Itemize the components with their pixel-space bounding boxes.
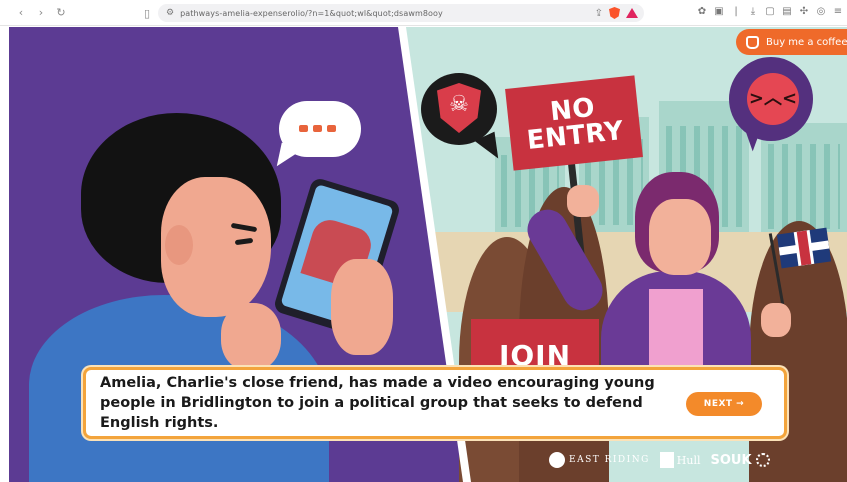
east-riding-logo: EAST RIDING: [549, 452, 650, 468]
charlie-hand: [221, 303, 281, 371]
hull-logo: Hull: [659, 452, 701, 468]
buy-me-a-coffee-label: Buy me a coffee: [766, 36, 847, 48]
extensions-icon[interactable]: ✿: [697, 6, 707, 17]
bookmark-icon[interactable]: ▯: [140, 5, 154, 21]
story-scene: ☠ NO ENTRY >︿< JOIN Amelia, Charlie's cl…: [9, 27, 847, 482]
no-entry-sign: NO ENTRY: [505, 75, 643, 171]
no-entry-line-2: ENTRY: [525, 115, 626, 156]
buy-me-a-coffee-button[interactable]: Buy me a coffee: [736, 29, 847, 55]
toolbar-icons: ✿ ▣ | ⤓ ▢ ▤ ✣ ◎ ≡: [697, 6, 843, 17]
typing-dots-icon: [299, 125, 336, 132]
brave-shield-icon[interactable]: [609, 7, 620, 19]
back-icon[interactable]: ‹: [14, 6, 28, 20]
union-flag-icon: [776, 227, 832, 269]
charlie-hand-holding-phone: [331, 259, 393, 355]
menu-icon[interactable]: ≡: [833, 6, 843, 17]
next-button[interactable]: NEXT →: [686, 392, 762, 416]
address-bar[interactable]: ⚙ pathways-amelia-expenserolio/?n=1&quot…: [158, 4, 644, 22]
puzzle-icon[interactable]: ✣: [799, 6, 809, 17]
hull-label: Hull: [676, 453, 701, 467]
amelia-fist: [567, 185, 599, 217]
brave-rewards-icon[interactable]: [626, 8, 638, 18]
souk-logo: SOUK: [710, 452, 770, 468]
east-riding-label: EAST RIDING: [569, 455, 650, 465]
east-riding-crest-icon: [549, 452, 565, 468]
reload-icon[interactable]: ↻: [54, 6, 68, 20]
screenshot-icon[interactable]: ▤: [782, 6, 792, 17]
download-icon[interactable]: ⤓: [748, 6, 758, 17]
amelia-hand: [761, 303, 791, 337]
address-url: pathways-amelia-expenserolio/?n=1&quot;w…: [180, 8, 443, 18]
wallet-icon[interactable]: ◎: [816, 6, 826, 17]
site-settings-icon[interactable]: ⚙: [166, 8, 174, 18]
share-icon[interactable]: ⇪: [595, 8, 603, 19]
caption-text: Amelia, Charlie's close friend, has made…: [100, 375, 655, 431]
souk-label: SOUK: [710, 452, 752, 468]
divider-icon: |: [734, 6, 738, 17]
amelia-face: [649, 199, 711, 275]
forward-icon[interactable]: ›: [34, 6, 48, 20]
reader-icon[interactable]: ▣: [714, 6, 724, 17]
charlie-ear: [165, 225, 193, 265]
sidebar-icon[interactable]: ▢: [765, 6, 775, 17]
angry-face-icon: >︿<: [747, 73, 799, 125]
skull-icon: ☠: [449, 92, 469, 117]
caption-box: Amelia, Charlie's close friend, has made…: [83, 367, 787, 439]
souk-ring-icon: [755, 453, 770, 467]
coffee-cup-icon: [746, 35, 759, 49]
partner-logos: EAST RIDING Hull SOUK: [549, 445, 839, 475]
hull-crest-icon: [659, 452, 674, 468]
